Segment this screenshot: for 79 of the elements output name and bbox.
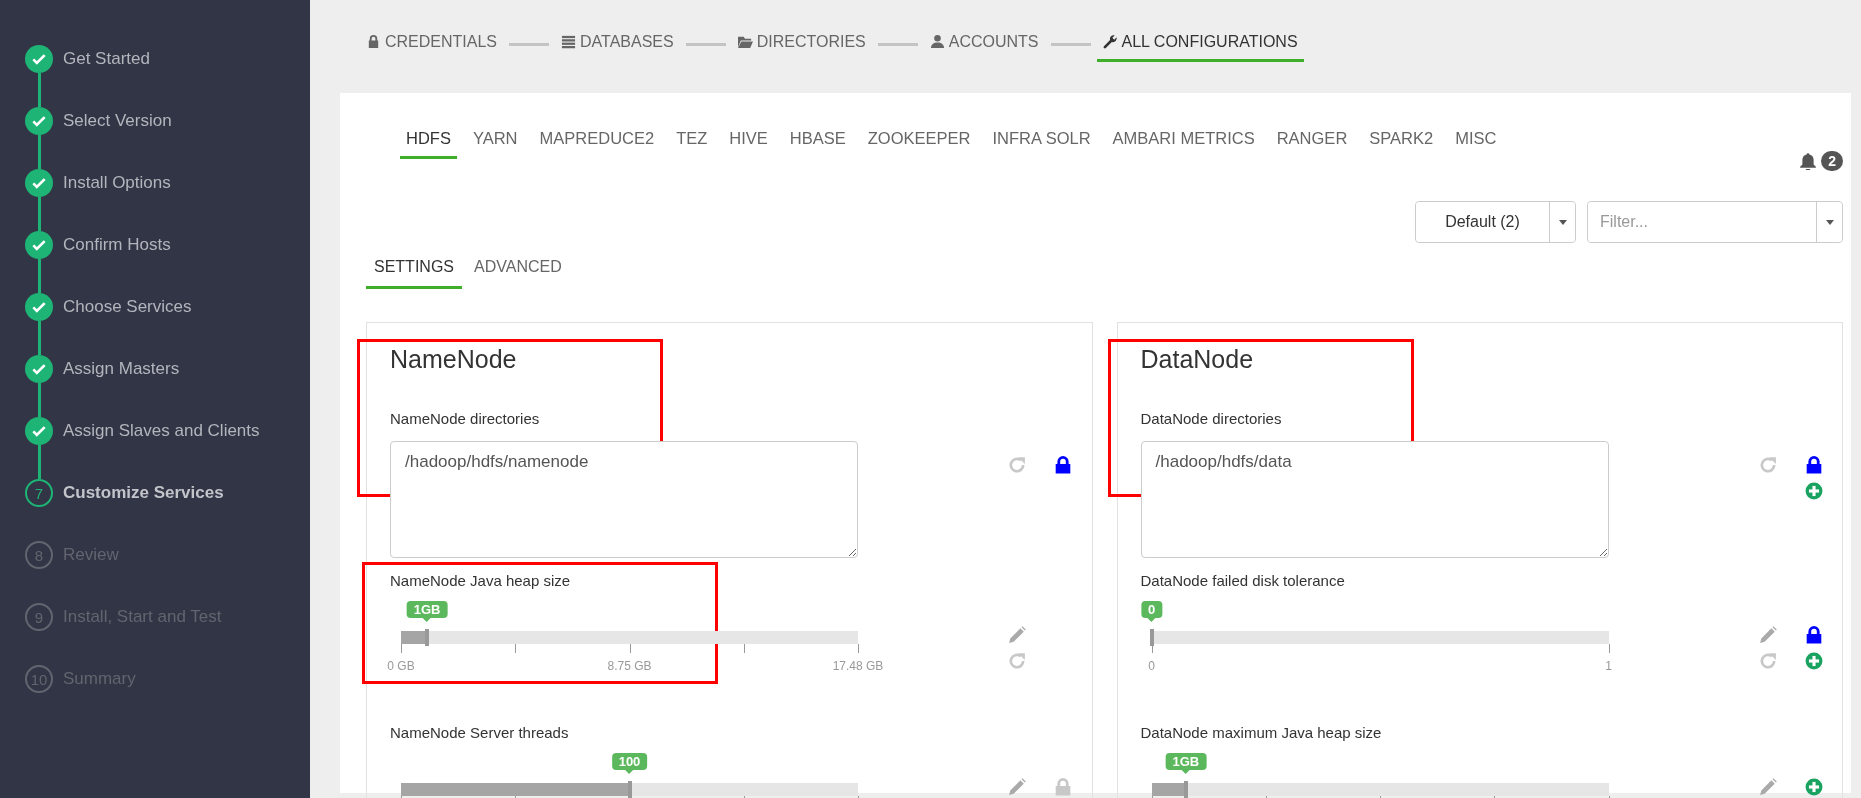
- service-tab[interactable]: HDFS: [400, 121, 457, 159]
- service-tab[interactable]: HIVE: [723, 121, 774, 159]
- check-icon: [32, 424, 46, 438]
- list-icon: [561, 34, 577, 49]
- wizard-tab[interactable]: ALL CONFIGURATIONS: [1096, 26, 1304, 62]
- notification-count: 2: [1821, 151, 1843, 171]
- service-tab[interactable]: SPARK2: [1363, 121, 1440, 159]
- pencil-icon[interactable]: [1008, 626, 1026, 644]
- step-label[interactable]: Customize Services: [63, 483, 224, 503]
- check-icon: [32, 114, 46, 128]
- check-icon: [32, 52, 46, 66]
- step-label[interactable]: Install Options: [63, 173, 171, 193]
- slider-handle[interactable]: [1183, 781, 1188, 798]
- step-label[interactable]: Assign Masters: [63, 359, 180, 379]
- config-group-button[interactable]: Default (2): [1416, 202, 1550, 242]
- step-marker: 7: [25, 479, 53, 507]
- undo-icon[interactable]: [1758, 456, 1777, 474]
- field-label: DataNode maximum Java heap size: [1140, 724, 1383, 741]
- slider-handle[interactable]: [425, 629, 430, 646]
- tick-label: 17.48 GB: [832, 659, 884, 673]
- lock-icon: [366, 34, 381, 49]
- folder-icon: [737, 34, 753, 49]
- plus-circle-icon[interactable]: [1804, 778, 1823, 796]
- lock-icon[interactable]: [1804, 626, 1823, 644]
- tick-label: 0 GB: [387, 659, 415, 673]
- directories-field[interactable]: /hadoop/hdfs/namenode: [390, 441, 858, 558]
- undo-icon[interactable]: [1008, 456, 1026, 474]
- check-icon: [32, 362, 46, 376]
- card-title: DataNode: [1140, 345, 1255, 374]
- slider-handle[interactable]: [1149, 629, 1154, 646]
- service-tab[interactable]: INFRA SOLR: [986, 121, 1097, 159]
- pencil-icon[interactable]: [1758, 778, 1777, 796]
- pencil-icon[interactable]: [1758, 626, 1777, 644]
- caret-icon: [1825, 219, 1834, 225]
- undo-icon[interactable]: [1008, 652, 1026, 670]
- section-tab[interactable]: ADVANCED: [466, 250, 570, 289]
- tick-label: 0: [1148, 659, 1155, 673]
- service-tab[interactable]: HBASE: [783, 121, 852, 159]
- filter-field[interactable]: Filter...: [1587, 201, 1843, 243]
- tick-label: 8.75 GB: [607, 659, 652, 673]
- field-label: NameNode Server threads: [390, 724, 570, 741]
- pencil-icon[interactable]: [1008, 778, 1026, 796]
- card-title: NameNode: [390, 345, 518, 374]
- step-label[interactable]: Get Started: [63, 49, 150, 69]
- wizard-tab[interactable]: ACCOUNTS: [923, 26, 1045, 62]
- wrench-icon: [1102, 34, 1118, 49]
- field-label: NameNode directories: [390, 410, 541, 427]
- lock-icon[interactable]: [1054, 456, 1072, 474]
- check-icon: [32, 300, 46, 314]
- service-tab[interactable]: MISC: [1449, 121, 1503, 159]
- slider-handle[interactable]: [627, 781, 632, 798]
- directories-field[interactable]: /hadoop/hdfs/data: [1140, 441, 1609, 558]
- service-tab[interactable]: RANGER: [1270, 121, 1354, 159]
- field-label: DataNode directories: [1140, 410, 1283, 427]
- undo-icon[interactable]: [1758, 652, 1777, 670]
- service-tab[interactable]: AMBARI METRICS: [1106, 121, 1261, 159]
- step-label[interactable]: Select Version: [63, 111, 172, 131]
- step-label[interactable]: Confirm Hosts: [63, 235, 171, 255]
- service-tab[interactable]: MAPREDUCE2: [533, 121, 661, 159]
- plus-circle-icon[interactable]: [1804, 652, 1823, 670]
- check-icon: [32, 238, 46, 252]
- wizard-tab[interactable]: DATABASES: [555, 26, 680, 62]
- section-tab[interactable]: SETTINGS: [366, 250, 462, 289]
- wizard-tab[interactable]: CREDENTIALS: [360, 26, 504, 62]
- field-label: DataNode failed disk tolerance: [1140, 572, 1346, 589]
- field-label: NameNode Java heap size: [390, 572, 572, 589]
- step-label[interactable]: Choose Services: [63, 297, 192, 317]
- service-tab[interactable]: ZOOKEEPER: [861, 121, 977, 159]
- lock-icon[interactable]: [1804, 456, 1823, 474]
- step-label[interactable]: Assign Slaves and Clients: [63, 421, 260, 441]
- user-icon: [929, 34, 945, 49]
- tick-label: 1: [1605, 659, 1612, 673]
- check-icon: [32, 176, 46, 190]
- wizard-tab[interactable]: DIRECTORIES: [731, 26, 872, 62]
- service-tab[interactable]: TEZ: [670, 121, 714, 159]
- service-tab[interactable]: YARN: [466, 121, 524, 159]
- caret-icon: [1558, 219, 1567, 225]
- plus-circle-icon[interactable]: [1804, 482, 1823, 500]
- bell-icon[interactable]: [1799, 152, 1818, 170]
